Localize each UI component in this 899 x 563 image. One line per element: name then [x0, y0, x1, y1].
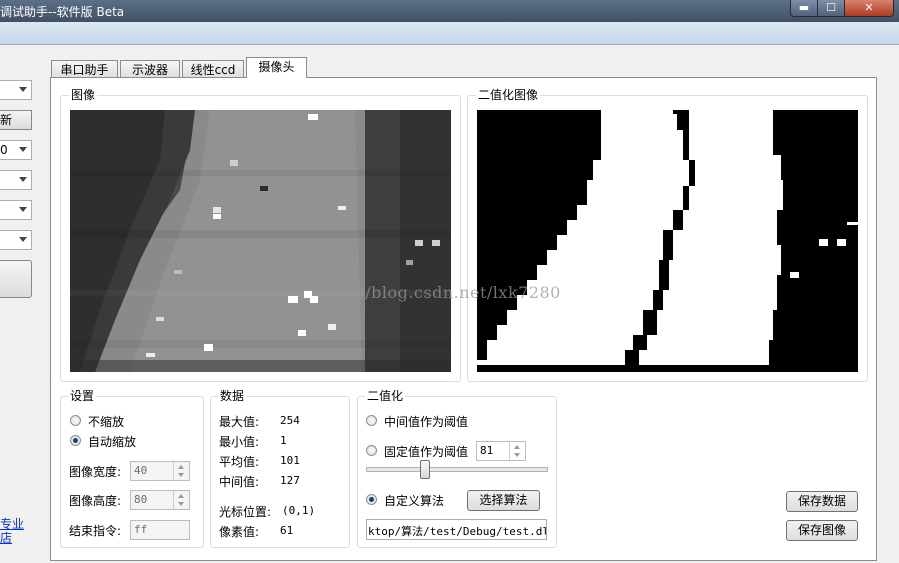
- avg-label: 平均值:: [219, 455, 260, 469]
- threshold-spin[interactable]: [509, 442, 525, 460]
- binarize-group-label: 二值化: [365, 389, 406, 403]
- mid-label: 中间值:: [219, 475, 260, 489]
- threshold-slider-track[interactable]: [366, 467, 548, 472]
- watermark: http://blog.csdn.net/lxk7280: [318, 283, 561, 302]
- spin-up-icon[interactable]: [178, 494, 184, 498]
- min-value: 1: [280, 434, 287, 447]
- mid-threshold-radio[interactable]: [366, 415, 377, 426]
- end-cmd-label: 结束指令:: [69, 524, 122, 538]
- height-label: 图像高度:: [69, 494, 122, 508]
- chevron-down-icon: [19, 237, 27, 242]
- fixed-threshold-label[interactable]: 固定值作为阈值: [384, 443, 468, 460]
- no-scale-label[interactable]: 不缩放: [88, 413, 124, 430]
- link-store[interactable]: 店: [0, 531, 12, 545]
- min-label: 最小值:: [219, 435, 260, 449]
- chevron-down-icon: [19, 147, 27, 152]
- height-spin[interactable]: [173, 491, 189, 509]
- dll-path-value: ktop/算法/test/Debug/test.dll: [368, 525, 547, 538]
- open-port-button[interactable]: [0, 260, 32, 298]
- pixel-value: 61: [280, 524, 294, 537]
- chevron-down-icon: [19, 207, 27, 212]
- close-button[interactable]: ✕: [844, 0, 894, 17]
- chevron-down-icon: [19, 177, 27, 182]
- refresh-button[interactable]: 新: [0, 110, 32, 130]
- threshold-stepper[interactable]: 81: [476, 441, 526, 461]
- dll-path-field[interactable]: ktop/算法/test/Debug/test.dll: [366, 519, 547, 540]
- left-combo-2[interactable]: 0: [0, 140, 32, 160]
- spin-down-icon[interactable]: [178, 473, 184, 477]
- binary-image[interactable]: [477, 110, 858, 372]
- cursor-value: (0,1): [282, 504, 316, 517]
- grayscale-image[interactable]: [70, 110, 451, 372]
- height-value: 80: [134, 493, 148, 506]
- max-label: 最大值:: [219, 415, 260, 429]
- left-combo-5[interactable]: [0, 230, 32, 250]
- width-value: 40: [134, 464, 148, 477]
- end-cmd-field[interactable]: ff: [130, 520, 190, 540]
- save-data-button[interactable]: 保存数据: [786, 491, 858, 512]
- threshold-value: 81: [480, 444, 494, 457]
- image-group-label: 图像: [69, 88, 98, 102]
- tab-oscilloscope[interactable]: 示波器: [120, 60, 180, 78]
- minimize-icon: ▬: [798, 1, 810, 14]
- binary-image-canvas: [477, 110, 858, 372]
- auto-scale-radio[interactable]: [70, 435, 81, 446]
- left-combo-3[interactable]: [0, 170, 32, 190]
- title-bar: 调试助手--软件版 Beta: [0, 0, 899, 22]
- chevron-down-icon: [19, 87, 27, 92]
- left-combo-1[interactable]: [0, 80, 32, 100]
- spin-up-icon[interactable]: [178, 465, 184, 469]
- maximize-icon: ☐: [826, 1, 836, 14]
- settings-group-label: 设置: [68, 389, 97, 403]
- width-spin[interactable]: [173, 462, 189, 480]
- tab-camera[interactable]: 摄像头: [246, 57, 307, 78]
- minimize-button[interactable]: ▬: [790, 0, 818, 17]
- tab-linear-ccd[interactable]: 线性ccd: [182, 60, 244, 78]
- threshold-slider-thumb[interactable]: [420, 460, 430, 479]
- cursor-label: 光标位置:: [219, 505, 272, 519]
- fixed-threshold-radio[interactable]: [366, 445, 377, 456]
- stats-group-label: 数据: [218, 389, 247, 403]
- menu-strip: [0, 22, 899, 45]
- mid-threshold-label[interactable]: 中间值作为阈值: [384, 413, 468, 430]
- auto-scale-label[interactable]: 自动缩放: [88, 433, 136, 450]
- avg-value: 101: [280, 454, 300, 467]
- max-value: 254: [280, 414, 300, 427]
- no-scale-radio[interactable]: [70, 415, 81, 426]
- refresh-button-label: 新: [0, 113, 13, 127]
- window-title: 调试助手--软件版 Beta: [0, 5, 125, 19]
- left-combo-2-value: 0: [0, 143, 8, 157]
- grayscale-image-canvas: [70, 110, 451, 372]
- select-algo-button[interactable]: 选择算法: [467, 490, 540, 511]
- save-image-button[interactable]: 保存图像: [786, 520, 858, 541]
- binary-group-label: 二值化图像: [476, 88, 541, 102]
- maximize-button[interactable]: ☐: [817, 0, 845, 17]
- tab-serial[interactable]: 串口助手: [51, 60, 118, 78]
- pixel-label: 像素值:: [219, 525, 260, 539]
- width-label: 图像宽度:: [69, 465, 122, 479]
- width-stepper[interactable]: 40: [130, 461, 190, 481]
- height-stepper[interactable]: 80: [130, 490, 190, 510]
- mid-value: 127: [280, 474, 300, 487]
- end-cmd-value: ff: [134, 523, 148, 536]
- spin-down-icon[interactable]: [178, 502, 184, 506]
- spin-down-icon[interactable]: [514, 453, 520, 457]
- spin-up-icon[interactable]: [514, 445, 520, 449]
- close-icon: ✕: [864, 1, 874, 14]
- custom-algo-radio[interactable]: [366, 494, 377, 505]
- left-combo-4[interactable]: [0, 200, 32, 220]
- link-pro[interactable]: 专业: [0, 517, 24, 531]
- custom-algo-label[interactable]: 自定义算法: [384, 492, 444, 509]
